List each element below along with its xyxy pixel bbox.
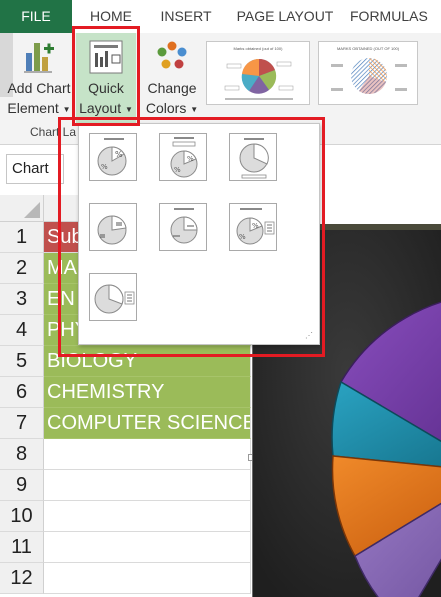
tab-formulas[interactable]: FORMULAS (350, 0, 441, 33)
table-cell[interactable] (44, 532, 251, 563)
chart-style-thumbnail[interactable]: MARKS OBTAINED (OUT OF 100) (318, 41, 418, 105)
chart-style-preview (224, 58, 294, 100)
table-cell[interactable] (44, 439, 251, 470)
add-chart-element-label-2: Element (7, 100, 59, 116)
change-colors-icon (157, 41, 187, 69)
add-chart-element-label-1: Add Chart (7, 80, 71, 96)
row-header[interactable]: 9 (0, 470, 44, 501)
change-colors-label-1: Change (147, 80, 197, 96)
chart-style-thumbnail[interactable]: Marks obtained (out of 100) (206, 41, 310, 105)
change-colors-label-2: Colors (145, 100, 187, 116)
tab-page-layout[interactable]: PAGE LAYOUT (230, 0, 340, 33)
row-header[interactable]: 6 (0, 377, 44, 408)
table-cell[interactable] (44, 563, 251, 594)
change-colors-button[interactable]: Change Colors ▼ (140, 33, 204, 123)
name-box[interactable]: Chart (6, 154, 64, 184)
row-header[interactable]: 2 (0, 253, 44, 284)
chart-style-title: Marks obtained (out of 100) (233, 46, 283, 51)
row-header[interactable]: 12 (0, 563, 44, 594)
row-header[interactable]: 5 (0, 346, 44, 377)
select-all-triangle-icon (24, 202, 40, 218)
add-chart-element-button[interactable]: Add Chart Element ▼ (4, 33, 74, 123)
select-all-corner[interactable] (0, 195, 44, 222)
chart-style-title: MARKS OBTAINED (OUT OF 100) (336, 46, 400, 51)
table-cell[interactable]: COMPUTER SCIENCE (44, 408, 251, 439)
row-header[interactable]: 11 (0, 532, 44, 563)
table-cell[interactable] (44, 470, 251, 501)
row-header[interactable]: 3 (0, 284, 44, 315)
chart-style-preview (331, 57, 407, 95)
highlight-box-quick-layout (72, 26, 140, 126)
row-header[interactable]: 4 (0, 315, 44, 346)
row-header[interactable]: 10 (0, 501, 44, 532)
tab-insert[interactable]: INSERT (155, 0, 217, 33)
add-chart-element-icon (24, 43, 54, 73)
dropdown-caret-icon: ▼ (190, 104, 199, 114)
highlight-box-layout-gallery (58, 117, 325, 357)
row-header[interactable]: 7 (0, 408, 44, 439)
row-header[interactable]: 1 (0, 222, 44, 253)
dropdown-caret-icon: ▼ (62, 104, 71, 114)
table-cell[interactable] (44, 501, 251, 532)
row-header[interactable]: 8 (0, 439, 44, 470)
tab-file[interactable]: FILE (0, 0, 72, 33)
ribbon-tab-bar: FILE HOME INSERT PAGE LAYOUT FORMULAS (0, 0, 441, 33)
table-cell[interactable]: CHEMISTRY (44, 377, 251, 408)
